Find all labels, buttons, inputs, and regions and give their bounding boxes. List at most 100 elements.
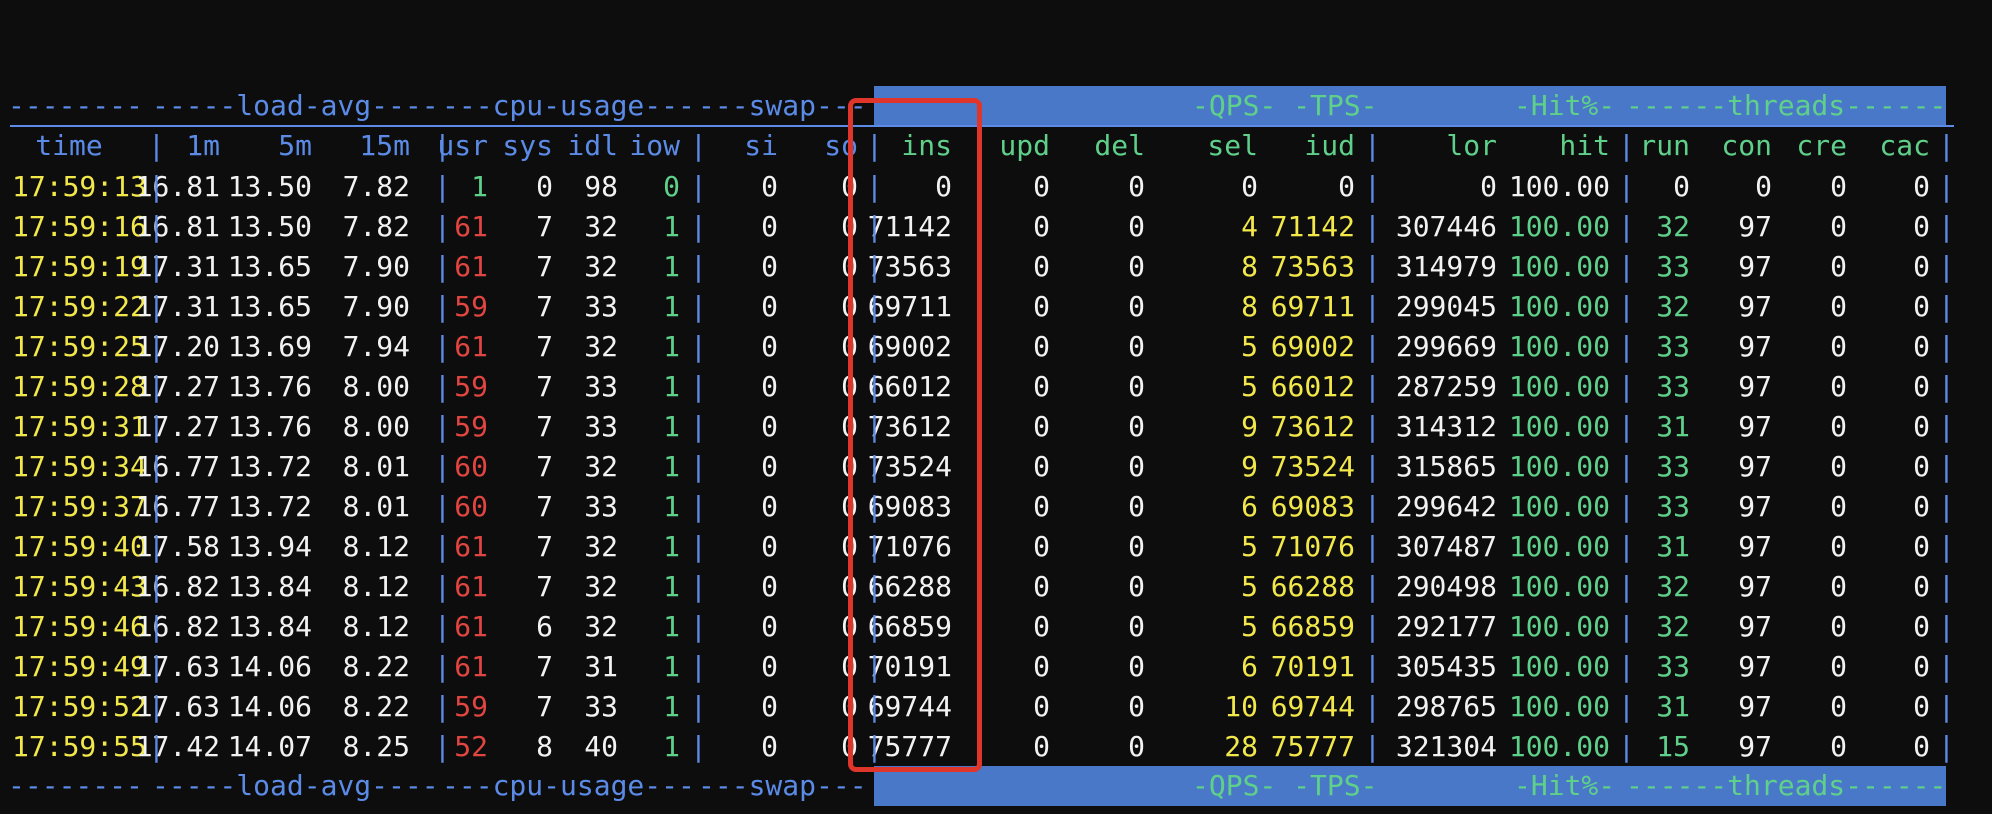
row-pipe-after-iud: |	[1364, 410, 1381, 443]
cell-del: 0	[1128, 210, 1145, 243]
row-pipe-after-iow: |	[690, 450, 707, 483]
table-row: 17:59:13 16.81 13.50 7.82 1 0 98 0 0 0 0 0 0 0 0 0 100.0…	[0, 167, 1992, 207]
cell-iud: 70191	[1270, 650, 1355, 683]
cell-iud: 69083	[1270, 490, 1355, 523]
table-row: 17:59:19 17.31 13.65 7.90 61 7 32 1 0 0 73563 0 0 8 73…	[0, 247, 1992, 287]
row-pipe-after-hit: |	[1618, 730, 1635, 763]
cell-hit: 100.00	[1508, 330, 1610, 363]
header-pipe-after-time: |	[148, 129, 165, 162]
cell-5m: 13.69	[227, 330, 312, 363]
cell-15m: 7.94	[342, 330, 410, 363]
cell-del: 0	[1128, 690, 1145, 723]
row-pipe-after-hit: |	[1618, 250, 1635, 283]
group-qps-tps: -QPS- -TPS-	[1192, 769, 1378, 802]
cell-idl: 32	[584, 450, 618, 483]
group-hit: -Hit%-	[1514, 769, 1616, 802]
row-pipe-after-hit: |	[1618, 170, 1635, 203]
cell-iud: 69711	[1270, 290, 1355, 323]
cell-del: 0	[1128, 410, 1145, 443]
col-header-con: con	[1721, 129, 1772, 162]
cell-si: 0	[761, 170, 778, 203]
row-pipe-after-iud: |	[1364, 330, 1381, 363]
cell-sys: 7	[536, 650, 553, 683]
cell-idl: 33	[584, 490, 618, 523]
row-pipe-after-time: |	[148, 530, 165, 563]
cell-cre: 0	[1830, 450, 1847, 483]
cell-iow: 1	[663, 690, 680, 723]
cell-cac: 0	[1913, 170, 1930, 203]
cell-time: 17:59:40	[12, 530, 147, 563]
row-pipe-after-time: |	[148, 410, 165, 443]
cell-del: 0	[1128, 290, 1145, 323]
row-pipe-after-hit: |	[1618, 690, 1635, 723]
table-row: 17:59:31 17.27 13.76 8.00 59 7 33 1 0 0 73612 0 0 9 73…	[0, 407, 1992, 447]
cell-iud: 69002	[1270, 330, 1355, 363]
group-cpu-usage: ---cpu-usage---	[442, 769, 695, 802]
cell-con: 97	[1738, 490, 1772, 523]
row-pipe-after-15m: |	[434, 210, 451, 243]
col-header-5m: 5m	[278, 129, 312, 162]
cell-cac: 0	[1913, 450, 1930, 483]
cell-idl: 32	[584, 530, 618, 563]
cell-time: 17:59:43	[12, 570, 147, 603]
group-load-avg: -----load-avg----	[152, 769, 439, 802]
row-pipe-after-iud: |	[1364, 210, 1381, 243]
cell-15m: 8.01	[342, 490, 410, 523]
row-pipe-after-time: |	[148, 490, 165, 523]
cell-time: 17:59:49	[12, 650, 147, 683]
row-pipe-after-iow: |	[690, 650, 707, 683]
cell-iow: 0	[663, 170, 680, 203]
row-pipe-after-iud: |	[1364, 170, 1381, 203]
cell-lor: 314312	[1395, 410, 1497, 443]
cell-si: 0	[761, 570, 778, 603]
cell-hit: 100.00	[1508, 610, 1610, 643]
cell-hit: 100.00	[1508, 250, 1610, 283]
cell-cre: 0	[1830, 330, 1847, 363]
cell-cre: 0	[1830, 570, 1847, 603]
cell-si: 0	[761, 530, 778, 563]
terminal-window: -------- -----load-avg---- ---cpu-usage---…	[0, 0, 1992, 814]
cell-cac: 0	[1913, 210, 1930, 243]
col-header-sel: sel	[1207, 129, 1258, 162]
cell-con: 97	[1738, 650, 1772, 683]
row-pipe-after-iud: |	[1364, 650, 1381, 683]
cell-iow: 1	[663, 410, 680, 443]
cell-cac: 0	[1913, 610, 1930, 643]
cell-con: 97	[1738, 730, 1772, 763]
cell-idl: 32	[584, 330, 618, 363]
cell-si: 0	[761, 650, 778, 683]
row-pipe-after-hit: |	[1618, 370, 1635, 403]
cell-5m: 14.06	[227, 650, 312, 683]
table-row: 17:59:16 16.81 13.50 7.82 61 7 32 1 0 0 71142 0 0 4 71…	[0, 207, 1992, 247]
cell-1m: 16.77	[135, 490, 220, 523]
cell-1m: 17.20	[135, 330, 220, 363]
cell-hit: 100.00	[1508, 490, 1610, 523]
cell-del: 0	[1128, 530, 1145, 563]
cell-con: 97	[1738, 250, 1772, 283]
cell-cac: 0	[1913, 730, 1930, 763]
row-pipe-after-cac: |	[1938, 290, 1955, 323]
table-row: 17:59:25 17.20 13.69 7.94 61 7 32 1 0 0 69002 0 0 5 69…	[0, 327, 1992, 367]
row-pipe-after-cac: |	[1938, 410, 1955, 443]
cell-cac: 0	[1913, 690, 1930, 723]
cell-1m: 17.31	[135, 290, 220, 323]
cell-time: 17:59:22	[12, 290, 147, 323]
cell-15m: 8.12	[342, 570, 410, 603]
cell-time: 17:59:25	[12, 330, 147, 363]
cell-con: 97	[1738, 290, 1772, 323]
cell-si: 0	[761, 490, 778, 523]
row-pipe-after-cac: |	[1938, 730, 1955, 763]
cell-time: 17:59:34	[12, 450, 147, 483]
row-pipe-after-hit: |	[1618, 210, 1635, 243]
row-pipe-after-iud: |	[1364, 250, 1381, 283]
cell-con: 0	[1755, 170, 1772, 203]
cell-con: 97	[1738, 410, 1772, 443]
table-row: 17:59:28 17.27 13.76 8.00 59 7 33 1 0 0 66012 0 0 5 66…	[0, 367, 1992, 407]
row-pipe-after-15m: |	[434, 690, 451, 723]
cell-si: 0	[761, 610, 778, 643]
cell-del: 0	[1128, 650, 1145, 683]
cell-15m: 8.12	[342, 610, 410, 643]
cell-1m: 17.27	[135, 370, 220, 403]
cell-sel: 5	[1241, 610, 1258, 643]
cell-5m: 13.50	[227, 170, 312, 203]
